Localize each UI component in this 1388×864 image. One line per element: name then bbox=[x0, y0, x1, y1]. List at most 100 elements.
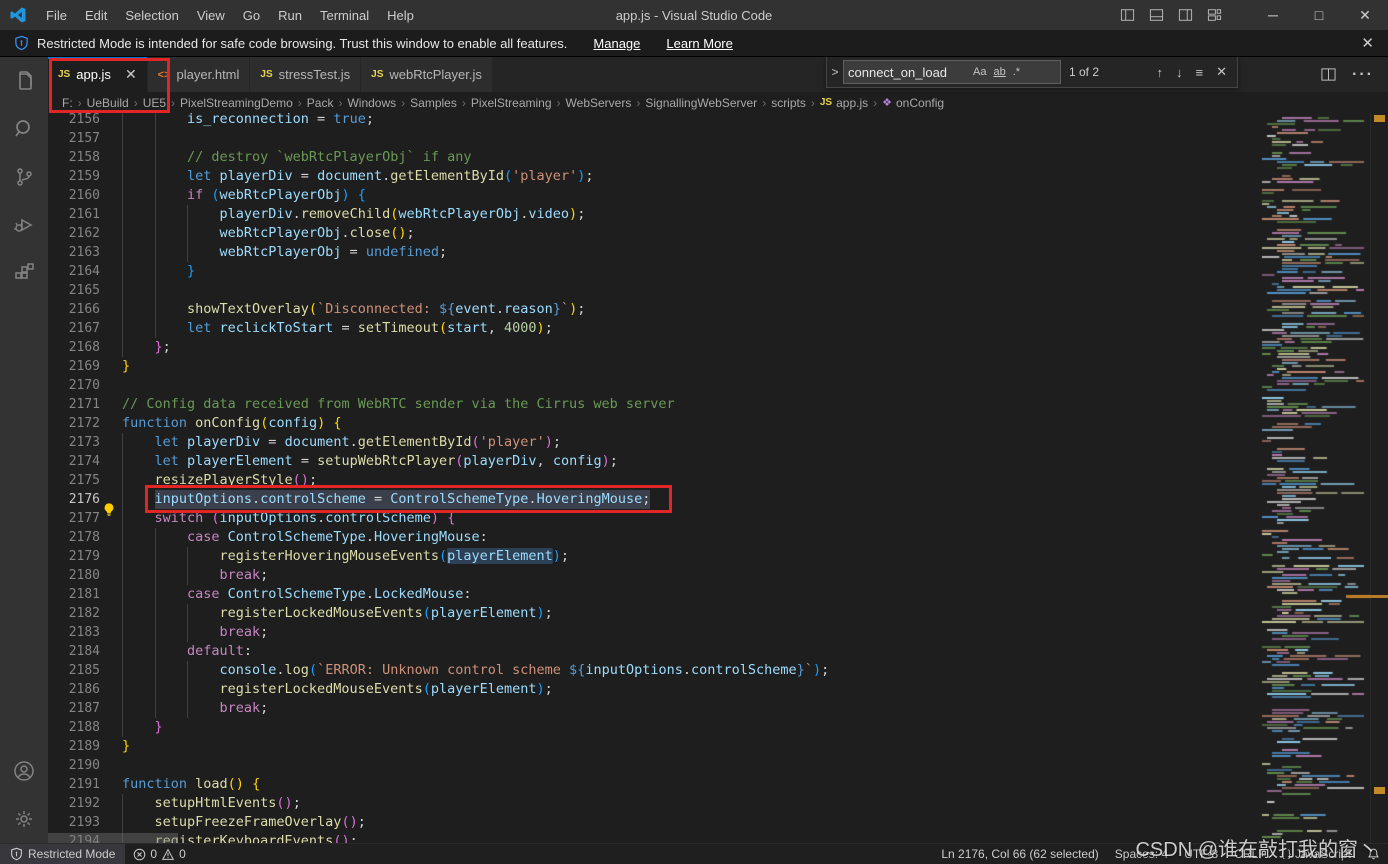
line-number[interactable]: 2190 bbox=[48, 758, 100, 773]
menu-help[interactable]: Help bbox=[378, 0, 423, 30]
code-line-2187[interactable]: 2187 break; bbox=[48, 699, 1258, 718]
find-in-selection-icon[interactable]: ≡ bbox=[1196, 65, 1204, 80]
breadcrumb-item-signallingwebserver[interactable]: SignallingWebServer bbox=[645, 96, 757, 110]
breadcrumb-item-app-js[interactable]: JS app.js bbox=[820, 96, 868, 110]
close-window-button[interactable]: ✕ bbox=[1342, 0, 1388, 30]
code-line-2181[interactable]: 2181 case ControlSchemeType.LockedMouse: bbox=[48, 585, 1258, 604]
code-line-2168[interactable]: 2168}; bbox=[48, 338, 1258, 357]
line-number[interactable]: 2157 bbox=[48, 131, 100, 146]
extensions-icon[interactable] bbox=[0, 249, 48, 297]
find-close-icon[interactable]: ✕ bbox=[1216, 64, 1227, 80]
menu-edit[interactable]: Edit bbox=[76, 0, 116, 30]
line-number[interactable]: 2188 bbox=[48, 720, 100, 735]
breadcrumb-item-uebuild[interactable]: UeBuild bbox=[87, 96, 129, 110]
whole-word-icon[interactable]: ab bbox=[993, 66, 1005, 78]
code-line-2175[interactable]: 2175 resizePlayerStyle(); bbox=[48, 471, 1258, 490]
code-line-2173[interactable]: 2173 let playerDiv = document.getElementB… bbox=[48, 433, 1258, 452]
minimap[interactable] bbox=[1258, 113, 1370, 843]
code-line-2186[interactable]: 2186 registerLockedMouseEvents(playerElem… bbox=[48, 680, 1258, 699]
code-line-2169[interactable]: 2169} bbox=[48, 357, 1258, 376]
line-number[interactable]: 2183 bbox=[48, 625, 100, 640]
code-line-2159[interactable]: 2159 let playerDiv = document.getElementB… bbox=[48, 167, 1258, 186]
code-line-2174[interactable]: 2174 let playerElement = setupWebRtcPlaye… bbox=[48, 452, 1258, 471]
search-icon[interactable] bbox=[0, 105, 48, 153]
breadcrumb-item-pack[interactable]: Pack bbox=[307, 96, 334, 110]
breadcrumb-item-samples[interactable]: Samples bbox=[410, 96, 457, 110]
code-line-2179[interactable]: 2179 registerHoveringMouseEvents(playerEl… bbox=[48, 547, 1258, 566]
toggle-sidebar-icon[interactable] bbox=[1120, 8, 1135, 22]
line-number[interactable]: 2175 bbox=[48, 473, 100, 488]
customize-layout-icon[interactable] bbox=[1207, 8, 1222, 22]
line-number[interactable]: 2168 bbox=[48, 340, 100, 355]
restricted-mode-status[interactable]: Restricted Mode bbox=[0, 843, 126, 864]
code-line-2157[interactable]: 2157 bbox=[48, 129, 1258, 148]
code-line-2166[interactable]: 2166 showTextOverlay(`Disconnected: ${eve… bbox=[48, 300, 1258, 319]
regex-icon[interactable]: .* bbox=[1013, 66, 1020, 78]
code-line-2160[interactable]: 2160 if (webRtcPlayerObj) { bbox=[48, 186, 1258, 205]
source-control-icon[interactable] bbox=[0, 153, 48, 201]
breadcrumb-item-webservers[interactable]: WebServers bbox=[566, 96, 632, 110]
banner-close-icon[interactable]: ✕ bbox=[1361, 34, 1374, 52]
menu-terminal[interactable]: Terminal bbox=[311, 0, 378, 30]
line-number[interactable]: 2158 bbox=[48, 150, 100, 165]
line-number[interactable]: 2185 bbox=[48, 663, 100, 678]
line-number[interactable]: 2171 bbox=[48, 397, 100, 412]
code-line-2192[interactable]: 2192 setupHtmlEvents(); bbox=[48, 794, 1258, 813]
encoding-status[interactable]: UTF-8 bbox=[1176, 844, 1226, 864]
line-number[interactable]: 2177 bbox=[48, 511, 100, 526]
tab-player-html[interactable]: <> player.html bbox=[147, 57, 251, 92]
line-number[interactable]: 2189 bbox=[48, 739, 100, 754]
explorer-icon[interactable] bbox=[0, 57, 48, 105]
code-line-2176[interactable]: 2176 inputOptions.controlScheme = Control… bbox=[48, 490, 1258, 516]
breadcrumb-item-onconfig[interactable]: ❖ onConfig bbox=[882, 96, 944, 110]
line-number[interactable]: 2156 bbox=[48, 113, 100, 127]
toggle-replace-icon[interactable]: > bbox=[827, 65, 843, 79]
run-debug-icon[interactable] bbox=[0, 201, 48, 249]
breadcrumb-item-ue5[interactable]: UE5 bbox=[143, 96, 166, 110]
code-line-2178[interactable]: 2178 case ControlSchemeType.HoveringMouse… bbox=[48, 528, 1258, 547]
manage-link[interactable]: Manage bbox=[593, 36, 640, 51]
menu-go[interactable]: Go bbox=[234, 0, 269, 30]
language-status[interactable]: { } JavaScript bbox=[1274, 844, 1360, 864]
menu-run[interactable]: Run bbox=[269, 0, 311, 30]
line-number[interactable]: 2180 bbox=[48, 568, 100, 583]
code-line-2183[interactable]: 2183 break; bbox=[48, 623, 1258, 642]
line-number[interactable]: 2192 bbox=[48, 796, 100, 811]
code-line-2185[interactable]: 2185 console.log(`ERROR: Unknown control … bbox=[48, 661, 1258, 680]
code-line-2164[interactable]: 2164} bbox=[48, 262, 1258, 281]
minimize-button[interactable]: ─ bbox=[1250, 0, 1296, 30]
code-line-2156[interactable]: 2156 is_reconnection = true; bbox=[48, 113, 1258, 129]
line-number[interactable]: 2186 bbox=[48, 682, 100, 697]
line-number[interactable]: 2193 bbox=[48, 815, 100, 830]
settings-gear-icon[interactable] bbox=[0, 795, 48, 843]
breadcrumb-item-pixelstreamingdemo[interactable]: PixelStreamingDemo bbox=[180, 96, 293, 110]
breadcrumb-item-windows[interactable]: Windows bbox=[347, 96, 396, 110]
line-number[interactable]: 2165 bbox=[48, 283, 100, 298]
code-line-2158[interactable]: 2158// destroy `webRtcPlayerObj` if any bbox=[48, 148, 1258, 167]
line-number[interactable]: 2162 bbox=[48, 226, 100, 241]
maximize-button[interactable]: □ bbox=[1296, 0, 1342, 30]
menu-selection[interactable]: Selection bbox=[116, 0, 187, 30]
line-number[interactable]: 2167 bbox=[48, 321, 100, 336]
code-line-2188[interactable]: 2188} bbox=[48, 718, 1258, 737]
code-line-2184[interactable]: 2184 default: bbox=[48, 642, 1258, 661]
account-icon[interactable] bbox=[0, 747, 48, 795]
find-next-icon[interactable]: ↓ bbox=[1176, 65, 1183, 80]
split-editor-icon[interactable] bbox=[1321, 67, 1336, 82]
code-line-2193[interactable]: 2193 setupFreezeFrameOverlay(); bbox=[48, 813, 1258, 832]
line-number[interactable]: 2169 bbox=[48, 359, 100, 374]
breadcrumb-item-pixelstreaming[interactable]: PixelStreaming bbox=[471, 96, 552, 110]
menu-view[interactable]: View bbox=[188, 0, 234, 30]
match-case-icon[interactable]: Aa bbox=[973, 66, 986, 78]
breadcrumb-item-f-[interactable]: F: bbox=[62, 96, 73, 110]
code-line-2162[interactable]: 2162 webRtcPlayerObj.close(); bbox=[48, 224, 1258, 243]
code-line-2163[interactable]: 2163 webRtcPlayerObj = undefined; bbox=[48, 243, 1258, 262]
code-line-2189[interactable]: 2189} bbox=[48, 737, 1258, 756]
tab-app-js[interactable]: JS app.js ✕ bbox=[48, 57, 148, 92]
line-number[interactable]: 2161 bbox=[48, 207, 100, 222]
code-line-2191[interactable]: 2191 function load() { bbox=[48, 775, 1258, 794]
more-actions-icon[interactable]: ··· bbox=[1352, 66, 1374, 84]
tab-webrtcplayer-js[interactable]: JS webRtcPlayer.js bbox=[361, 57, 493, 92]
line-number[interactable]: 2178 bbox=[48, 530, 100, 545]
line-number[interactable]: 2164 bbox=[48, 264, 100, 279]
